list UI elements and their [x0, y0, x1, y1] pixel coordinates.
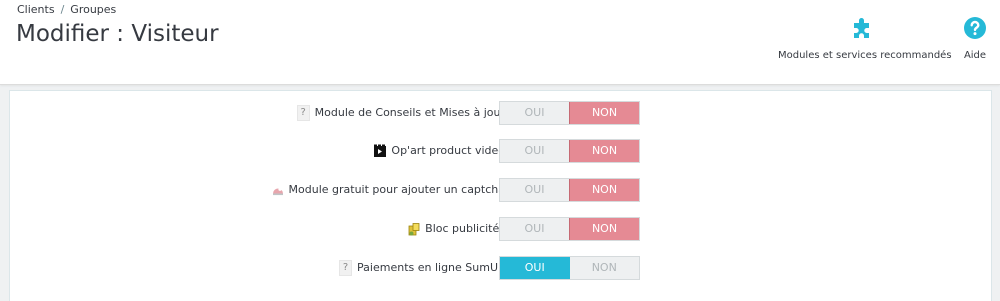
breadcrumb-separator: /	[60, 3, 65, 16]
recommended-modules-button[interactable]: Modules et services recommandés	[778, 16, 952, 61]
modules-permissions-panel: ? Module de Conseils et Mises à jour OUI…	[9, 90, 992, 301]
oui-option[interactable]: OUI	[500, 102, 569, 124]
module-toggle[interactable]: OUI NON	[499, 256, 640, 280]
module-label: Paiements en ligne SumUp	[357, 261, 505, 274]
module-row: ? Paiements en ligne SumUp OUI NON	[10, 256, 991, 280]
non-option[interactable]: NON	[570, 257, 640, 279]
page-header: Clients / Groupes Modifier : Visiteur Modu…	[0, 0, 1000, 85]
module-label: Module gratuit pour ajouter un captcha	[288, 183, 505, 196]
non-option[interactable]: NON	[569, 218, 639, 240]
module-row: Bloc publicités OUI NON	[10, 217, 991, 241]
oui-option[interactable]: OUI	[500, 218, 569, 240]
help-button[interactable]: Aide	[960, 16, 990, 61]
module-label: Bloc publicités	[425, 222, 505, 235]
oui-option[interactable]: OUI	[500, 179, 569, 201]
help-label: Aide	[963, 50, 987, 61]
puzzle-icon	[854, 18, 869, 38]
module-toggle[interactable]: OUI NON	[499, 101, 640, 125]
module-toggle[interactable]: OUI NON	[499, 139, 640, 163]
oui-option[interactable]: OUI	[500, 140, 569, 162]
module-row: Module gratuit pour ajouter un captcha O…	[10, 178, 991, 202]
page-title: Modifier : Visiteur	[16, 21, 219, 47]
non-option[interactable]: NON	[569, 140, 639, 162]
non-option[interactable]: NON	[569, 102, 639, 124]
question-icon: ?	[339, 260, 353, 276]
question-icon: ?	[296, 105, 310, 121]
non-option[interactable]: NON	[569, 179, 639, 201]
module-toggle[interactable]: OUI NON	[499, 217, 640, 241]
module-row: Op'art product video OUI NON	[10, 139, 991, 163]
module-label: Module de Conseils et Mises à jour	[314, 106, 505, 119]
ads-icon	[408, 223, 420, 236]
module-label: Op'art product video	[391, 144, 505, 157]
breadcrumb-groupes[interactable]: Groupes	[70, 3, 116, 16]
video-icon	[374, 144, 387, 157]
module-toggle[interactable]: OUI NON	[499, 178, 640, 202]
help-icon	[964, 17, 986, 39]
breadcrumb: Clients / Groupes	[17, 3, 116, 16]
recommended-modules-label: Modules et services recommandés	[778, 50, 952, 61]
captcha-icon	[272, 187, 283, 196]
module-row: ? Module de Conseils et Mises à jour OUI…	[10, 101, 991, 125]
breadcrumb-clients[interactable]: Clients	[17, 3, 55, 16]
oui-option[interactable]: OUI	[500, 257, 570, 279]
